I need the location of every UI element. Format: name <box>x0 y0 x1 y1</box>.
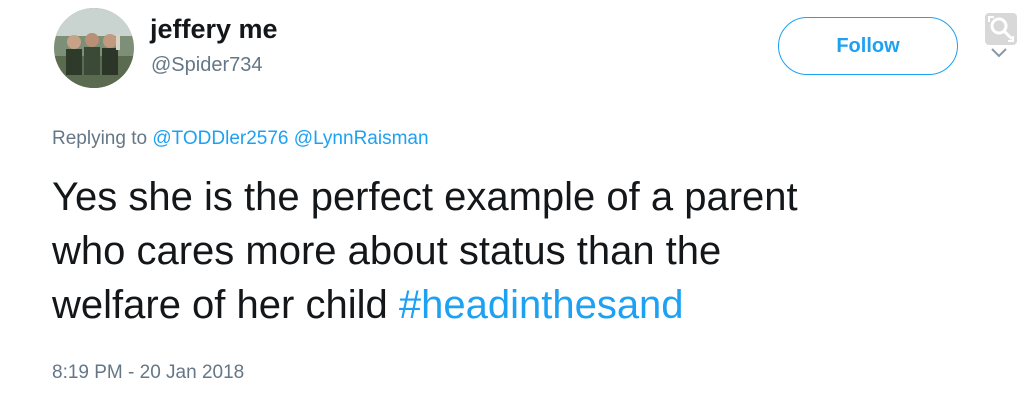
image-search-icon[interactable] <box>984 12 1018 46</box>
tweet-text-line: who cares more about status than the <box>52 229 722 273</box>
replying-to-label: Replying to <box>52 128 148 149</box>
follow-button[interactable]: Follow <box>778 17 958 75</box>
tweet-text: Yes she is the perfect example of a pare… <box>52 170 982 332</box>
user-handle[interactable]: @Spider734 <box>151 54 262 77</box>
reply-context: Replying to @TODDler2576 @LynnRaisman <box>52 128 429 150</box>
tweet-card: jeffery me @Spider734 Follow Replying to… <box>0 0 1024 400</box>
tweet-timestamp[interactable]: 8:19 PM - 20 Jan 2018 <box>52 362 244 384</box>
tweet-text-line: welfare of her child <box>52 283 399 327</box>
mention-link[interactable]: @LynnRaisman <box>294 128 429 149</box>
tweet-text-line: Yes she is the perfect example of a pare… <box>52 175 798 219</box>
chevron-down-icon[interactable] <box>990 46 1008 58</box>
avatar[interactable] <box>54 8 134 88</box>
mention-link[interactable]: @TODDler2576 <box>152 128 288 149</box>
hashtag-link[interactable]: #headinthesand <box>399 283 684 327</box>
display-name[interactable]: jeffery me <box>150 14 278 45</box>
profile-photo-icon <box>54 8 134 88</box>
